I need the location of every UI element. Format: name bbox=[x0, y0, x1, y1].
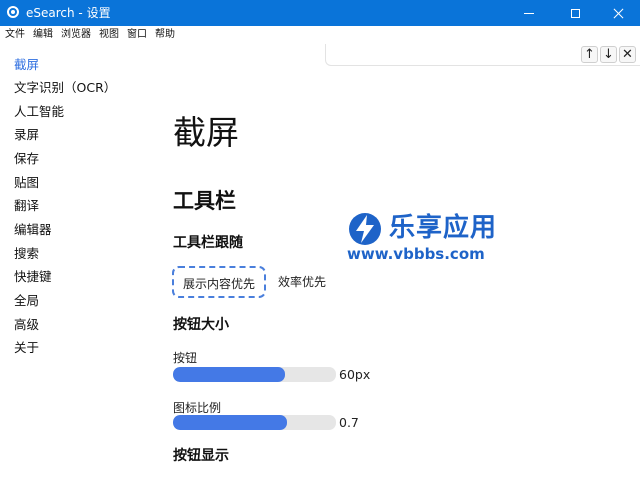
sidebar-item-editor[interactable]: 编辑器 bbox=[14, 221, 52, 239]
menu-window[interactable]: 窗口 bbox=[123, 26, 151, 44]
subsection-title-button-display: 按钮显示 bbox=[173, 448, 229, 464]
watermark-title: 乐享应用 bbox=[389, 213, 498, 243]
menu-file[interactable]: 文件 bbox=[0, 26, 29, 44]
sidebar-item-recording[interactable]: 录屏 bbox=[14, 126, 39, 144]
icon-ratio-slider[interactable] bbox=[173, 415, 336, 430]
sidebar-item-save[interactable]: 保存 bbox=[14, 150, 39, 168]
watermark-logo-icon bbox=[349, 213, 381, 245]
maximize-button[interactable] bbox=[552, 0, 598, 26]
sidebar-item-ai[interactable]: 人工智能 bbox=[14, 103, 64, 121]
button-size-slider-fill bbox=[173, 367, 286, 382]
sidebar-item-ocr[interactable]: 文字识别（OCR） bbox=[14, 79, 116, 97]
sidebar-item-about[interactable]: 关于 bbox=[14, 339, 39, 357]
app-logo-icon bbox=[7, 6, 19, 18]
menu-view[interactable]: 视图 bbox=[95, 26, 123, 44]
find-next-button[interactable]: ↓ bbox=[600, 46, 617, 63]
page-title: 截屏 bbox=[173, 113, 239, 152]
option-content-first[interactable]: 展示内容优先 bbox=[172, 266, 266, 298]
find-bar: ↑ ↓ ✕ bbox=[325, 44, 640, 66]
subsection-title-follow: 工具栏跟随 bbox=[173, 235, 243, 251]
sidebar-item-global[interactable]: 全局 bbox=[14, 292, 39, 310]
window-title: eSearch - 设置 bbox=[26, 6, 111, 20]
menu-browser[interactable]: 浏览器 bbox=[57, 26, 95, 44]
menu-help[interactable]: 帮助 bbox=[151, 26, 179, 44]
button-size-value: 60px bbox=[339, 367, 371, 382]
find-previous-button[interactable]: ↑ bbox=[581, 46, 598, 63]
section-title-toolbar: 工具栏 bbox=[173, 189, 236, 213]
find-close-button[interactable]: ✕ bbox=[619, 46, 636, 63]
icon-ratio-value: 0.7 bbox=[339, 415, 359, 430]
menu-bar: 文件 编辑 浏览器 视图 窗口 帮助 bbox=[0, 26, 640, 44]
sidebar-item-advanced[interactable]: 高级 bbox=[14, 316, 39, 334]
subsection-title-button-size: 按钮大小 bbox=[173, 317, 229, 333]
sidebar-item-translate[interactable]: 翻译 bbox=[14, 197, 39, 215]
sidebar-item-shortcuts[interactable]: 快捷键 bbox=[14, 268, 52, 286]
icon-ratio-label: 图标比例 bbox=[173, 401, 222, 415]
icon-ratio-slider-fill bbox=[173, 415, 288, 430]
sidebar-item-screenshot[interactable]: 截屏 bbox=[14, 56, 39, 74]
button-size-slider[interactable] bbox=[173, 367, 336, 382]
watermark-url: www.vbbbs.com bbox=[347, 245, 485, 263]
title-bar: eSearch - 设置 bbox=[0, 0, 640, 26]
sidebar-item-search[interactable]: 搜索 bbox=[14, 245, 39, 263]
menu-edit[interactable]: 编辑 bbox=[29, 26, 57, 44]
close-window-button[interactable] bbox=[596, 0, 640, 26]
watermark: 乐享应用 www.vbbbs.com bbox=[343, 207, 523, 267]
minimize-button[interactable] bbox=[506, 0, 552, 26]
sidebar-item-pin[interactable]: 贴图 bbox=[14, 174, 39, 192]
button-size-label: 按钮 bbox=[173, 351, 198, 365]
option-efficiency-first[interactable]: 效率优先 bbox=[278, 266, 326, 298]
